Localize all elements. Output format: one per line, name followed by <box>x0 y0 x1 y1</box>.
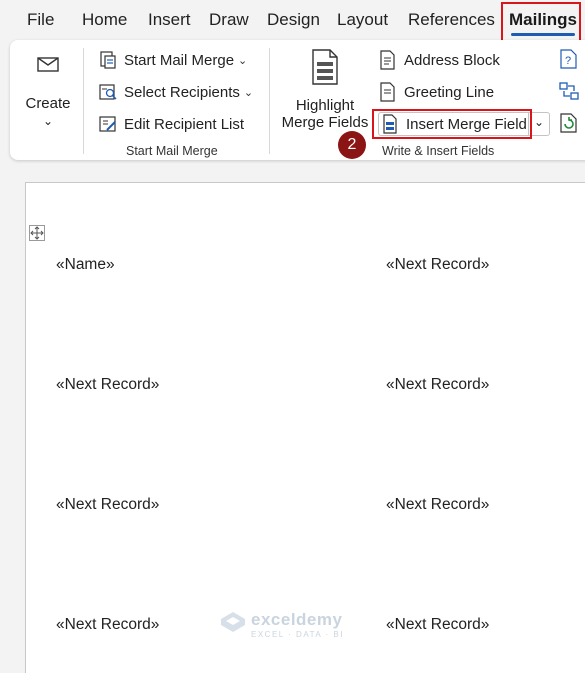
edit-recipient-list-label: Edit Recipient List <box>124 115 245 133</box>
highlight-label-line2: Merge Fields <box>281 114 369 131</box>
merge-field-next-record[interactable]: «Next Record» <box>386 496 489 514</box>
tab-home[interactable]: Home <box>82 10 127 30</box>
update-labels-icon[interactable] <box>558 112 580 139</box>
merge-field-name[interactable]: «Name» <box>56 256 115 274</box>
greeting-line-label: Greeting Line <box>404 83 495 101</box>
group-label-write-insert-fields: Write & Insert Fields <box>382 144 495 158</box>
watermark-name: exceldemy <box>251 610 343 629</box>
address-block-label: Address Block <box>404 51 500 69</box>
chevron-down-icon: ⌄ <box>243 86 254 99</box>
watermark-subtitle: EXCEL · DATA · BI <box>251 630 344 639</box>
create-button[interactable]: Create ⌄ <box>18 50 78 130</box>
menu-bar: File Home Insert Draw Design Layout Refe… <box>0 0 585 40</box>
highlight-label-line1: Highlight <box>295 97 355 114</box>
start-mail-merge-button[interactable]: Start Mail Merge ⌄ <box>98 50 247 70</box>
tab-references[interactable]: References <box>408 10 495 30</box>
move-arrows-icon <box>30 226 44 240</box>
tab-insert[interactable]: Insert <box>148 10 191 30</box>
mailings-highlight-box <box>501 2 581 44</box>
tab-design[interactable]: Design <box>267 10 320 30</box>
tab-layout[interactable]: Layout <box>337 10 388 30</box>
chevron-down-icon: ⌄ <box>42 114 54 128</box>
edit-list-icon <box>98 114 118 134</box>
merge-field-next-record[interactable]: «Next Record» <box>386 376 489 394</box>
ribbon: Create ⌄ Start Mail Merge ⌄ Select Recip… <box>10 40 585 160</box>
exceldemy-logo-icon <box>220 611 246 638</box>
tab-file[interactable]: File <box>27 10 54 30</box>
table-move-handle[interactable] <box>29 225 45 241</box>
recipients-icon <box>98 82 118 102</box>
merge-field-next-record[interactable]: «Next Record» <box>386 256 489 274</box>
highlight-merge-fields-button[interactable]: Highlight Merge Fields <box>280 48 370 133</box>
ribbon-separator <box>83 48 84 154</box>
start-mail-merge-label: Start Mail Merge <box>124 51 235 69</box>
select-recipients-label: Select Recipients <box>124 83 240 101</box>
watermark: exceldemy EXCEL · DATA · BI <box>220 610 344 639</box>
create-label: Create <box>25 95 71 112</box>
document-merge-icon <box>98 50 118 70</box>
highlight-fields-icon <box>310 48 340 91</box>
select-recipients-button[interactable]: Select Recipients ⌄ <box>98 82 253 102</box>
callout-badge-2: 2 <box>338 131 366 159</box>
ribbon-separator <box>269 48 270 154</box>
merge-field-next-record[interactable]: «Next Record» <box>56 496 159 514</box>
address-block-button[interactable]: Address Block <box>378 50 500 70</box>
greeting-line-icon <box>378 82 398 102</box>
edit-recipient-list-button[interactable]: Edit Recipient List <box>98 114 244 134</box>
svg-text:?: ? <box>565 55 571 67</box>
chevron-down-icon: ⌄ <box>238 54 248 67</box>
merge-field-next-record[interactable]: «Next Record» <box>56 616 159 634</box>
address-block-icon <box>378 50 398 70</box>
rules-icon[interactable]: ? <box>558 48 580 75</box>
merge-field-next-record[interactable]: «Next Record» <box>386 616 489 634</box>
greeting-line-button[interactable]: Greeting Line <box>378 82 494 102</box>
group-label-start-mail-merge: Start Mail Merge <box>126 144 218 158</box>
envelope-icon <box>36 54 60 79</box>
insert-merge-field-highlight-box <box>372 109 532 139</box>
merge-field-next-record[interactable]: «Next Record» <box>56 376 159 394</box>
tab-draw[interactable]: Draw <box>209 10 249 30</box>
match-fields-icon[interactable] <box>558 80 580 107</box>
